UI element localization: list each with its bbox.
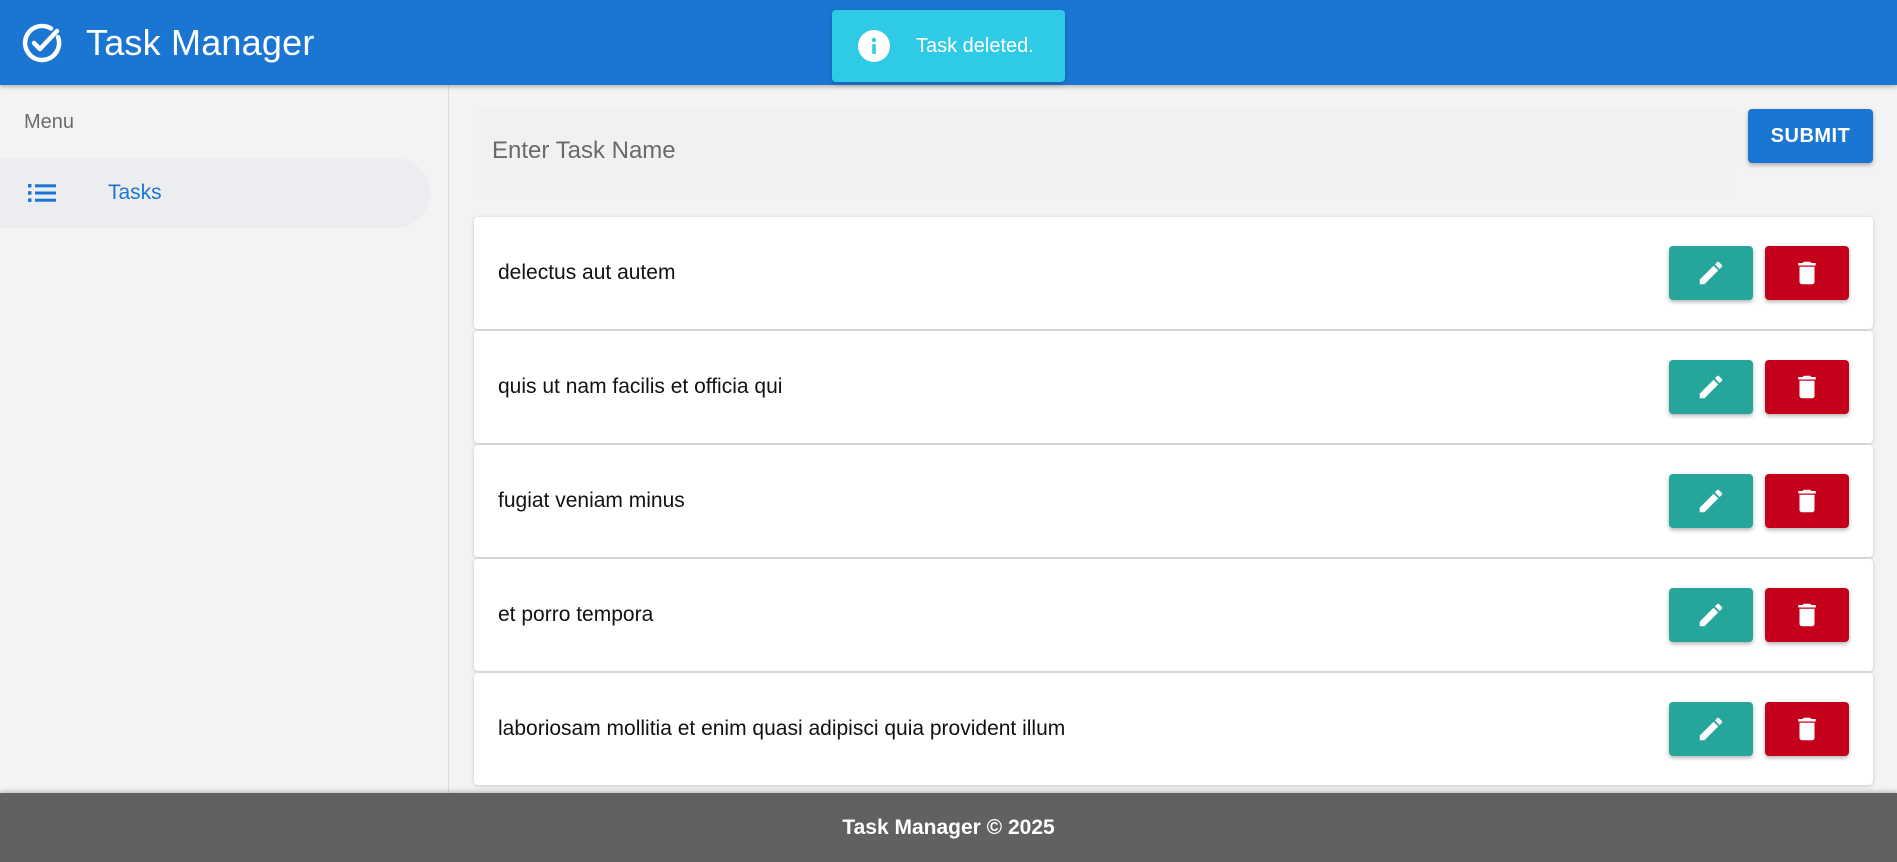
edit-button[interactable] — [1669, 360, 1753, 414]
trash-icon — [1798, 717, 1816, 741]
task-name: et porro tempora — [498, 603, 654, 626]
edit-button[interactable] — [1669, 246, 1753, 300]
menu-header: Menu — [24, 111, 75, 133]
edit-button[interactable] — [1669, 702, 1753, 756]
pencil-icon — [1699, 261, 1723, 285]
pencil-icon — [1699, 489, 1723, 513]
footer: Task Manager © 2025 — [0, 793, 1897, 862]
trash-icon — [1798, 603, 1816, 627]
submit-button[interactable]: SUBMIT — [1748, 109, 1873, 163]
task-item: laboriosam mollitia et enim quasi adipis… — [474, 673, 1873, 785]
trash-icon — [1798, 489, 1816, 513]
task-name: laboriosam mollitia et enim quasi adipis… — [498, 717, 1066, 740]
delete-button[interactable] — [1765, 702, 1849, 756]
sidebar-item-label: Tasks — [108, 181, 162, 204]
delete-button[interactable] — [1765, 246, 1849, 300]
trash-icon — [1798, 375, 1816, 399]
pencil-icon — [1699, 717, 1723, 741]
app-title: Task Manager — [86, 21, 315, 63]
sidebar: Menu Tasks — [0, 85, 449, 793]
check-circle-icon — [20, 21, 64, 65]
list-icon — [28, 179, 56, 207]
info-icon — [858, 30, 890, 62]
task-item: fugiat veniam minus — [474, 445, 1873, 557]
edit-button[interactable] — [1669, 474, 1753, 528]
task-name: quis ut nam facilis et officia qui — [498, 375, 783, 398]
trash-icon — [1798, 261, 1816, 285]
delete-button[interactable] — [1765, 360, 1849, 414]
snackbar: Task deleted. — [832, 10, 1065, 82]
task-item: et porro tempora — [474, 559, 1873, 671]
edit-button[interactable] — [1669, 588, 1753, 642]
delete-button[interactable] — [1765, 474, 1849, 528]
task-item: quis ut nam facilis et officia qui — [474, 331, 1873, 443]
snackbar-message: Task deleted. — [916, 34, 1034, 57]
task-name-input[interactable] — [474, 109, 1736, 193]
sidebar-item-tasks[interactable]: Tasks — [0, 158, 430, 228]
footer-text: Task Manager © 2025 — [842, 815, 1055, 839]
delete-button[interactable] — [1765, 588, 1849, 642]
task-name: delectus aut autem — [498, 261, 676, 284]
task-list: delectus aut autem quis ut nam facilis e… — [474, 217, 1873, 787]
pencil-icon — [1699, 375, 1723, 399]
task-item: delectus aut autem — [474, 217, 1873, 329]
task-name: fugiat veniam minus — [498, 489, 685, 512]
pencil-icon — [1699, 603, 1723, 627]
